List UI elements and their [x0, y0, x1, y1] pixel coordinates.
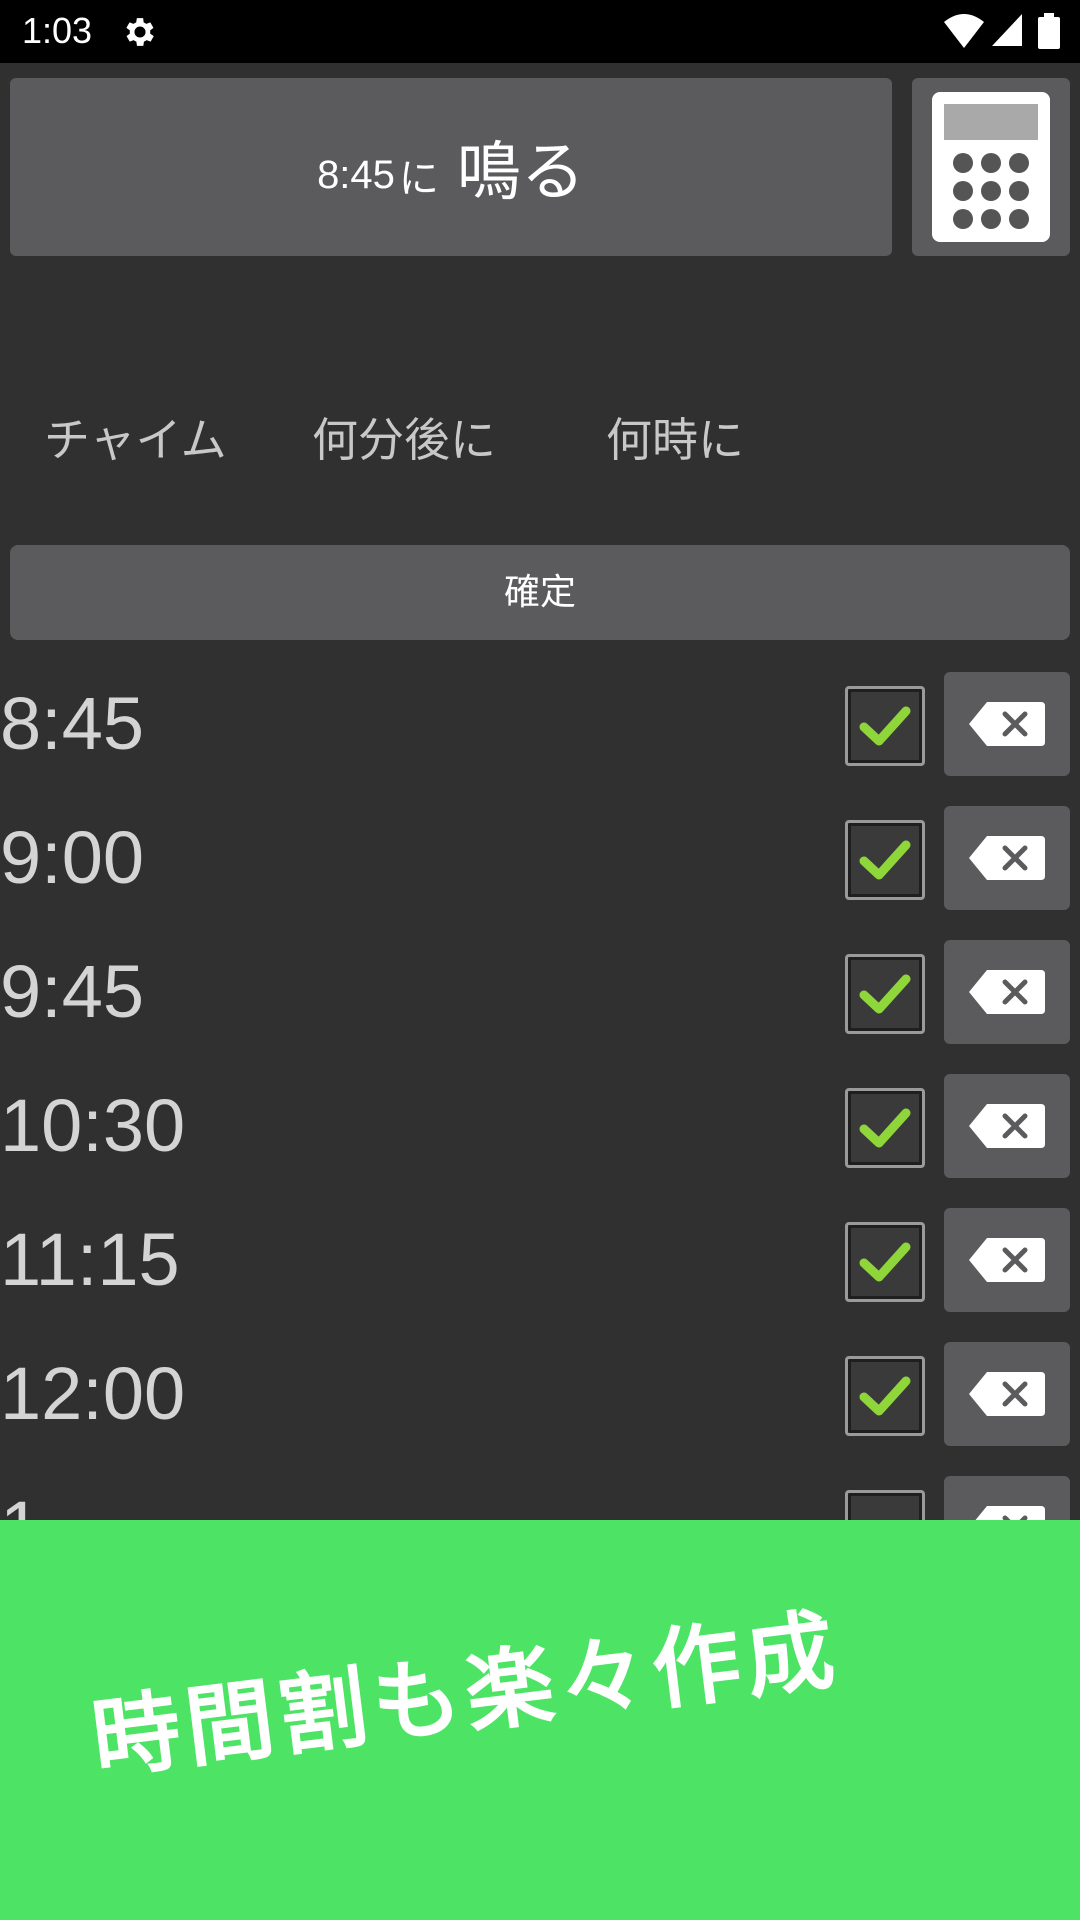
- tab-chime[interactable]: チャイム: [44, 405, 227, 475]
- alarm-time: 1: [0, 1478, 41, 1524]
- promo-banner: 時間割も楽々作成: [0, 1520, 1080, 1920]
- alarm-time: 9:45: [0, 950, 145, 1033]
- wifi-icon: [944, 14, 984, 48]
- backspace-delete-icon: [969, 970, 1045, 1014]
- checkmark-icon: [859, 974, 911, 1014]
- confirm-button[interactable]: 確定: [10, 545, 1070, 640]
- checkmark-icon: [859, 1108, 911, 1148]
- alarm-row: 9:00: [0, 798, 1080, 932]
- alarm-row: 11:15: [0, 1200, 1080, 1334]
- delete-alarm-button[interactable]: [944, 672, 1070, 776]
- alarm-row: 1: [0, 1468, 1080, 1524]
- ring-time: 8:45: [317, 152, 395, 197]
- checkmark-icon: [859, 840, 911, 880]
- alarm-time: 9:00: [0, 816, 145, 899]
- status-bar: 1:03: [0, 0, 1080, 63]
- alarm-row: 8:45: [0, 664, 1080, 798]
- app-screen: 1:03 8:45 に 鳴る チャイム 何分後に 何時に 確定 8:45 9:0…: [0, 0, 1080, 1920]
- alarm-enabled-checkbox[interactable]: [845, 954, 925, 1034]
- delete-alarm-button[interactable]: [944, 1476, 1070, 1524]
- checkmark-icon: [859, 1376, 911, 1416]
- backspace-delete-icon: [969, 1372, 1045, 1416]
- alarm-enabled-checkbox[interactable]: [845, 1356, 925, 1436]
- delete-alarm-button[interactable]: [944, 1074, 1070, 1178]
- gear-icon: [126, 18, 154, 46]
- alarm-row: 10:30: [0, 1066, 1080, 1200]
- ring-time-button[interactable]: 8:45 に 鳴る: [10, 78, 892, 256]
- alarm-list: 8:45 9:00 9:45 10:30 11:15 12:00: [0, 664, 1080, 1524]
- backspace-delete-icon: [969, 1104, 1045, 1148]
- alarm-enabled-checkbox[interactable]: [845, 1490, 925, 1524]
- checkmark-icon: [859, 706, 911, 746]
- alarm-row: 12:00: [0, 1334, 1080, 1468]
- alarm-time: 8:45: [0, 682, 145, 765]
- alarm-enabled-checkbox[interactable]: [845, 1088, 925, 1168]
- ring-label: 鳴る: [456, 136, 585, 210]
- alarm-row: 9:45: [0, 932, 1080, 1066]
- backspace-delete-icon: [969, 1238, 1045, 1282]
- calculator-button[interactable]: [912, 78, 1070, 256]
- backspace-delete-icon: [969, 836, 1045, 880]
- alarm-enabled-checkbox[interactable]: [845, 686, 925, 766]
- alarm-time: 10:30: [0, 1084, 186, 1167]
- tab-minutes-later[interactable]: 何分後に: [312, 405, 496, 475]
- promo-text: 時間割も楽々作成: [86, 1597, 846, 1792]
- backspace-delete-icon: [969, 702, 1045, 746]
- signal-icon: [992, 14, 1022, 46]
- delete-alarm-button[interactable]: [944, 1208, 1070, 1312]
- battery-icon: [1038, 13, 1060, 49]
- delete-alarm-button[interactable]: [944, 940, 1070, 1044]
- status-time: 1:03: [22, 10, 93, 51]
- alarm-enabled-checkbox[interactable]: [845, 820, 925, 900]
- ring-suffix: に: [398, 156, 439, 202]
- alarm-time: 12:00: [0, 1352, 186, 1435]
- tab-at-time[interactable]: 何時に: [606, 405, 744, 475]
- calculator-icon: [932, 92, 1050, 242]
- delete-alarm-button[interactable]: [944, 1342, 1070, 1446]
- delete-alarm-button[interactable]: [944, 806, 1070, 910]
- checkmark-icon: [859, 1242, 911, 1282]
- alarm-time: 11:15: [0, 1218, 180, 1301]
- alarm-enabled-checkbox[interactable]: [845, 1222, 925, 1302]
